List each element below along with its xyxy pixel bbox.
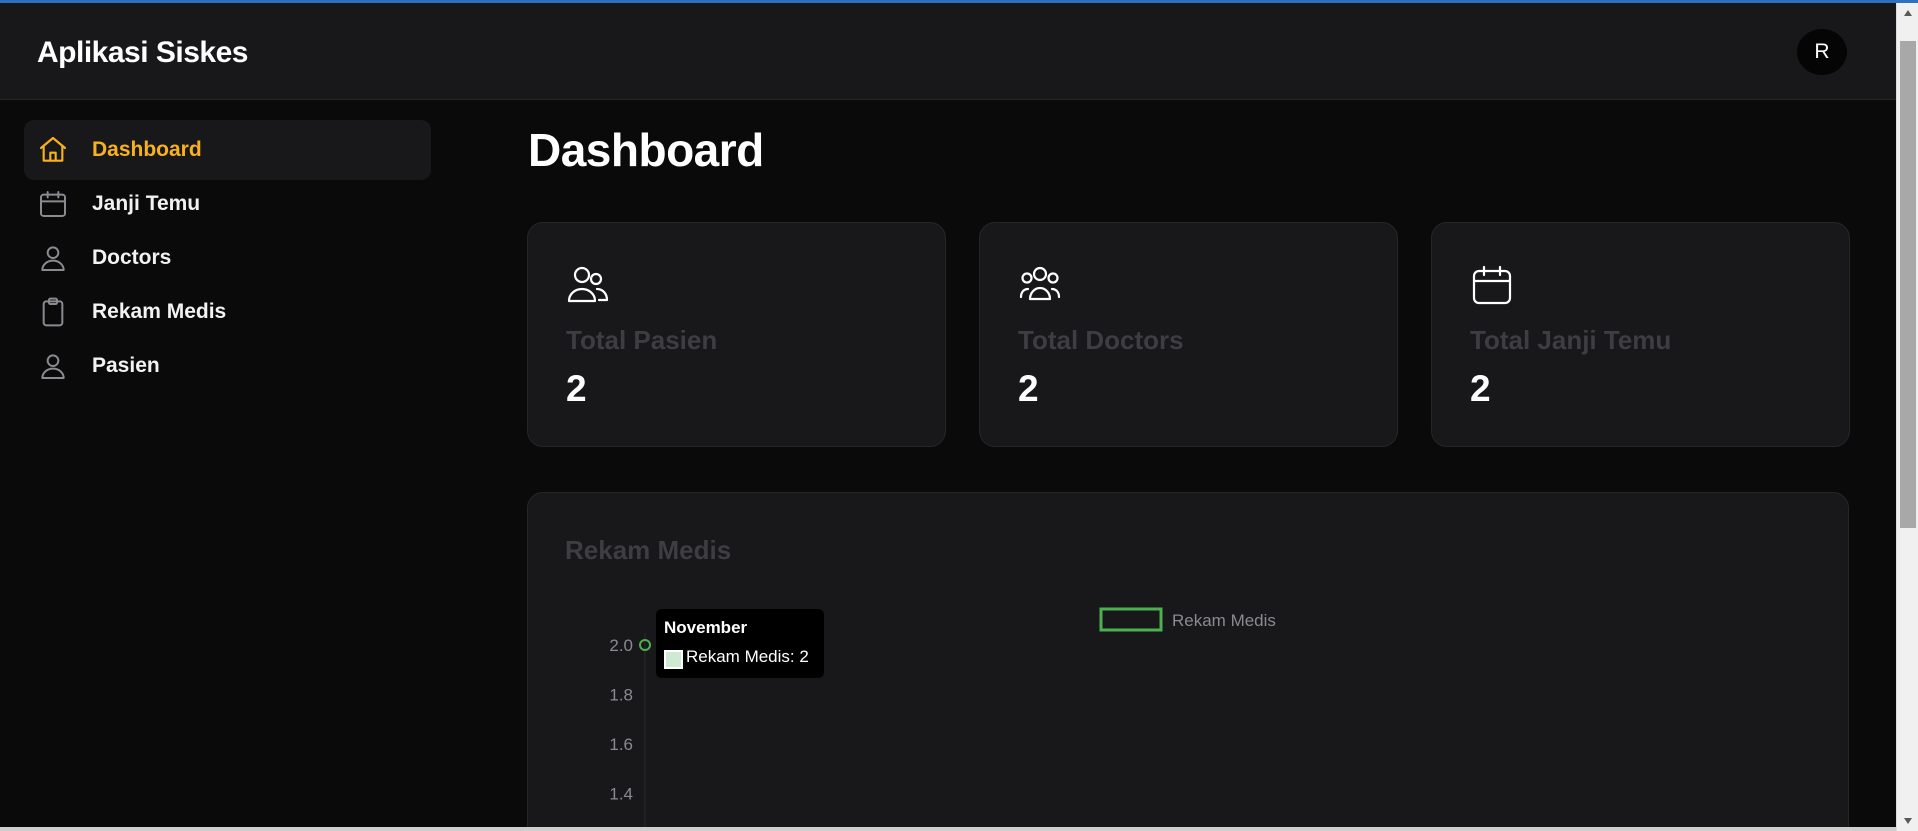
stat-value: 2: [1018, 368, 1039, 409]
sidebar-item-label: Pasien: [92, 354, 160, 377]
sidebar-item-label: Rekam Medis: [92, 300, 227, 323]
stat-label: Total Doctors: [1018, 325, 1184, 355]
app-title: Aplikasi Siskes: [37, 36, 248, 69]
sidebar-item-doctors[interactable]: Doctors: [24, 228, 431, 288]
y-tick-label: 1.8: [609, 686, 633, 705]
stat-label: Total Janji Temu: [1470, 325, 1672, 355]
chart-card-rekam-medis: Rekam Medis 2.01.81.61.4dsRekam Medis No…: [527, 492, 1849, 831]
stat-card-total-doctors: Total Doctors 2: [979, 222, 1398, 447]
tooltip-text: Rekam Medis: 2: [686, 647, 809, 666]
sidebar-item-label: Janji Temu: [92, 192, 201, 215]
stat-card-total-janji-temu: Total Janji Temu 2: [1431, 222, 1850, 447]
sidebar-item-label: Doctors: [92, 246, 172, 269]
users-icon: [566, 263, 610, 307]
clipboard-icon: [36, 295, 70, 329]
sidebar-item-label: Dashboard: [92, 138, 202, 161]
user-icon: [36, 241, 70, 275]
y-tick-label: 1.6: [609, 735, 633, 754]
stat-value: 2: [566, 368, 587, 409]
sidebar-item-pasien[interactable]: Pasien: [24, 336, 431, 396]
chart-tooltip: November Rekam Medis: 2: [656, 609, 824, 678]
stat-value: 2: [1470, 368, 1491, 409]
sidebar-item-janji-temu[interactable]: Janji Temu: [24, 174, 431, 234]
y-tick-label: 2.0: [609, 636, 633, 655]
user-icon: [36, 349, 70, 383]
sidebar-item-rekam-medis[interactable]: Rekam Medis: [24, 282, 431, 342]
group-icon: [1018, 263, 1062, 307]
tooltip-swatch: [664, 650, 683, 669]
window-bottom-edge: [0, 827, 1896, 831]
page-title: Dashboard: [528, 124, 764, 176]
scroll-down-arrow-icon[interactable]: [1897, 811, 1918, 831]
legend-label: Rekam Medis: [1172, 611, 1276, 630]
calendar-icon: [1470, 263, 1514, 307]
sidebar: Dashboard Janji Temu Doctors Rekam Medis: [0, 101, 455, 831]
main-content: Dashboard Total Pasien 2 Total Doctors 2: [455, 101, 1896, 831]
stat-card-total-pasien: Total Pasien 2: [527, 222, 946, 447]
y-tick-label: 1.4: [609, 785, 633, 804]
user-avatar[interactable]: R: [1797, 29, 1847, 75]
scroll-up-arrow-icon[interactable]: [1897, 3, 1918, 23]
stat-label: Total Pasien: [566, 325, 718, 355]
calendar-icon: [36, 187, 70, 221]
app-header: Aplikasi Siskes R: [0, 3, 1896, 100]
legend-swatch: [1099, 607, 1163, 632]
sidebar-item-dashboard[interactable]: Dashboard: [24, 120, 431, 180]
home-icon: [36, 133, 70, 167]
tooltip-title: November: [664, 618, 748, 637]
vertical-scrollbar[interactable]: [1896, 3, 1918, 831]
scrollbar-thumb[interactable]: [1900, 41, 1916, 528]
